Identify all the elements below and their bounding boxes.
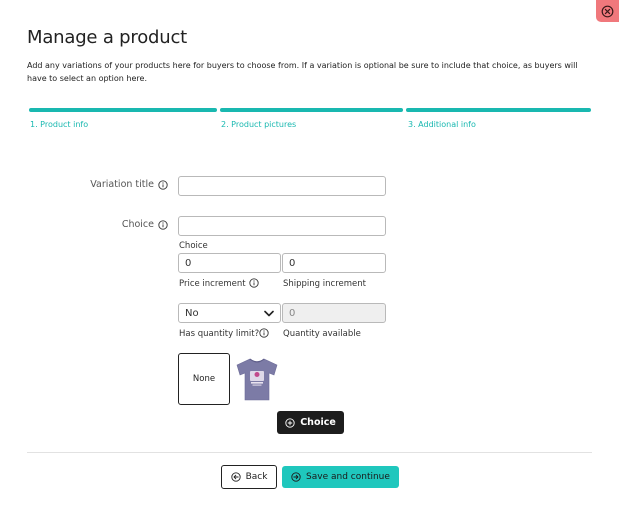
info-icon[interactable] xyxy=(158,180,168,190)
choice-input[interactable] xyxy=(178,216,386,236)
back-label: Back xyxy=(245,472,268,482)
save-label: Save and continue xyxy=(306,472,390,482)
chevron-down-icon xyxy=(264,310,274,316)
step-bar-product-pictures xyxy=(220,108,403,112)
image-option-none[interactable]: None xyxy=(178,353,230,405)
step-label-product-pictures[interactable]: 2. Product pictures xyxy=(221,120,296,129)
back-button[interactable]: Back xyxy=(221,465,277,489)
quantity-limit-value: No xyxy=(185,307,199,319)
info-icon[interactable] xyxy=(259,328,269,338)
price-increment-label: Price increment xyxy=(179,279,246,289)
shipping-increment-input[interactable] xyxy=(282,253,386,273)
page-title: Manage a product xyxy=(27,27,188,48)
tshirt-icon xyxy=(236,358,278,401)
add-choice-button[interactable]: Choice xyxy=(277,411,344,434)
quantity-available-label: Quantity available xyxy=(283,329,361,339)
quantity-limit-select[interactable]: No xyxy=(178,303,281,323)
choice-label: Choice xyxy=(121,219,154,230)
step-label-product-info[interactable]: 1. Product info xyxy=(30,120,88,129)
step-bar-additional-info xyxy=(406,108,591,112)
shipping-increment-label: Shipping increment xyxy=(283,279,366,289)
add-choice-label: Choice xyxy=(300,417,336,428)
forward-arrow-icon xyxy=(291,472,301,482)
image-option-none-label: None xyxy=(192,374,216,384)
step-label-additional-info[interactable]: 3. Additional info xyxy=(408,120,476,129)
plus-circle-icon xyxy=(285,417,295,428)
page-description: Add any variations of your products here… xyxy=(27,61,578,83)
image-option-tshirt[interactable] xyxy=(233,356,281,402)
step-bar-product-info xyxy=(29,108,217,112)
quantity-limit-label: Has quantity limit? xyxy=(179,329,260,339)
choice-sub-label: Choice xyxy=(179,241,208,251)
close-button[interactable] xyxy=(596,0,619,22)
back-arrow-icon xyxy=(230,472,241,482)
info-icon[interactable] xyxy=(249,278,259,288)
close-icon xyxy=(601,5,614,17)
price-increment-input[interactable] xyxy=(178,253,281,273)
save-and-continue-button[interactable]: Save and continue xyxy=(282,466,399,488)
info-icon[interactable] xyxy=(158,220,168,230)
quantity-available-input xyxy=(282,303,386,323)
variation-title-label: Variation title xyxy=(90,179,154,190)
footer-divider xyxy=(27,452,592,453)
variation-title-input[interactable] xyxy=(178,176,386,196)
